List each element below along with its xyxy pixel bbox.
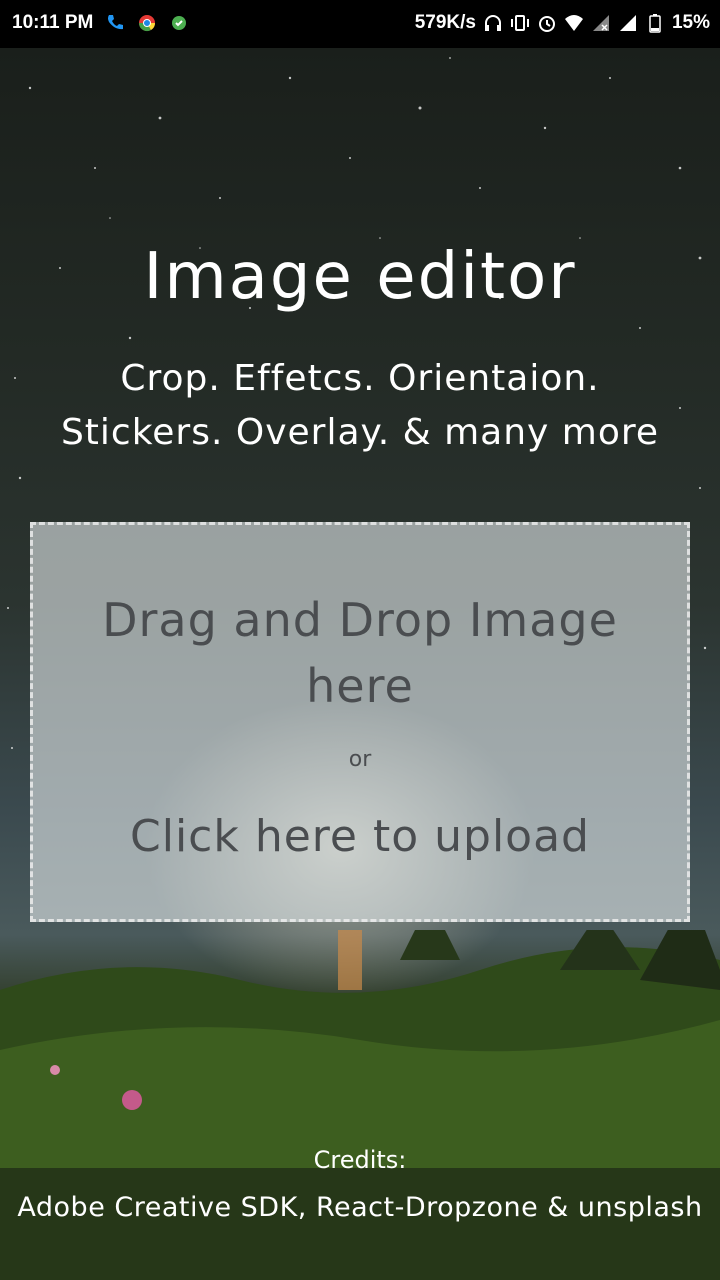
battery-percent: 15% xyxy=(671,12,710,33)
page-title: Image editor xyxy=(143,240,577,314)
alarm-icon xyxy=(538,16,555,32)
signal-no-sim-icon xyxy=(592,15,609,31)
credits-footer xyxy=(0,1168,720,1280)
subtitle-line-2: Stickers. Overlay. & many more xyxy=(60,412,660,453)
phone-icon xyxy=(108,15,124,30)
chrome-icon xyxy=(139,15,156,32)
page-subtitle: Crop. Effetcs. Orientaion. Stickers. Ove… xyxy=(0,352,720,460)
image-dropzone[interactable]: Drag and Drop Image here or Click here t… xyxy=(30,522,690,922)
network-speed: 579K/s xyxy=(414,12,476,33)
status-time: 10:11 PM xyxy=(12,12,94,33)
credits-title: Credits: xyxy=(313,1146,407,1174)
upload-link[interactable]: Click here to upload xyxy=(33,811,687,862)
wifi-icon xyxy=(564,15,583,31)
battery-icon xyxy=(649,14,661,33)
or-separator: or xyxy=(348,747,372,772)
signal-icon xyxy=(619,15,636,31)
subtitle-line-1: Crop. Effetcs. Orientaion. xyxy=(120,358,600,399)
credits-text: Adobe Creative SDK, React-Dropzone & uns… xyxy=(17,1192,703,1223)
vibrate-icon xyxy=(510,15,529,31)
app-icon xyxy=(172,16,187,30)
status-bar: 10:11 PM 579K/s 15% xyxy=(0,0,720,48)
headphones-icon xyxy=(484,15,501,31)
drag-drop-text: Drag and Drop Image here xyxy=(102,593,618,713)
